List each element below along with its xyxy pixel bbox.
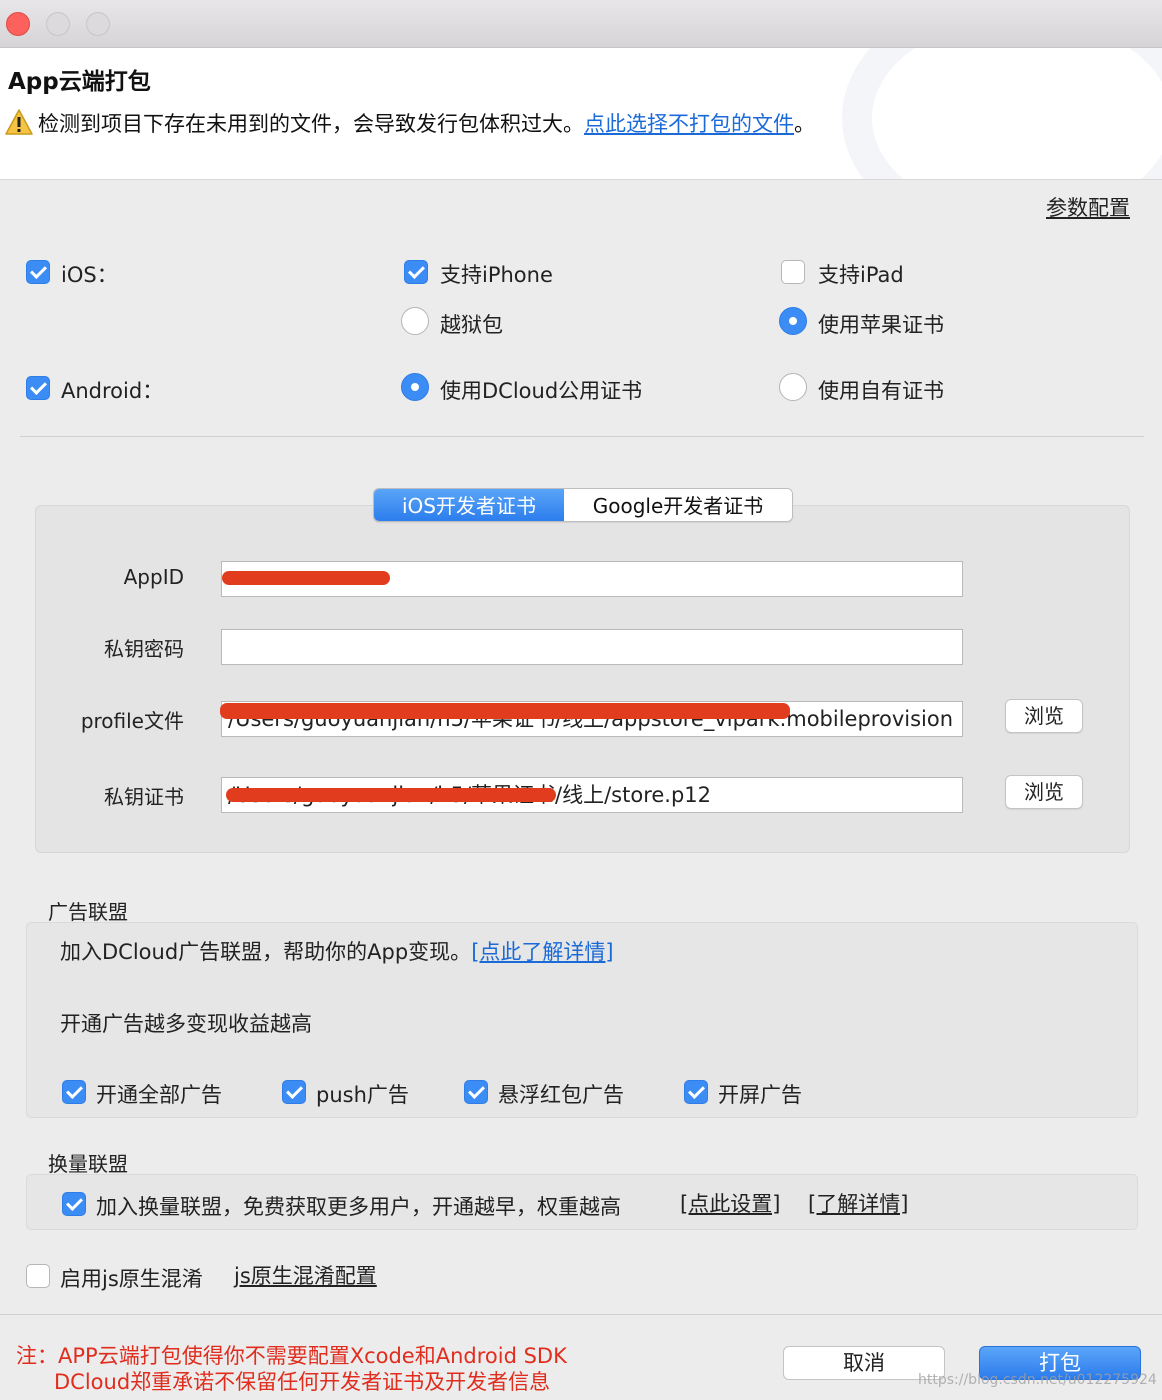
ios-label: iOS： [61,263,118,287]
js-obfuscation-config-link[interactable]: js原生混淆配置 [234,1260,377,1290]
zoom-window-button[interactable] [86,12,110,36]
apple-cert-radio[interactable] [779,307,807,335]
private-key-password-field[interactable] [221,629,963,665]
ads-section-title: 广告联盟 [48,900,128,924]
redaction-mark [226,788,556,802]
tab-google-cert[interactable]: Google开发者证书 [564,489,792,521]
header-decoration [842,48,1162,179]
tab-ios-cert[interactable]: iOS开发者证书 [374,489,564,521]
dialog-title: App云端打包 [8,69,151,95]
exchange-details-link[interactable]: [了解详情] [808,1188,908,1218]
footer-divider [0,1314,1162,1315]
warning-suffix: 。 [794,112,815,136]
own-cert-radio[interactable] [779,373,807,401]
cert-tab-control: iOS开发者证书 Google开发者证书 [373,488,793,522]
footer-note-line2: DCloud郑重承诺不保留任何开发者证书及开发者信息 [54,1370,551,1394]
jailbreak-radio[interactable] [401,307,429,335]
support-ipad-checkbox[interactable] [781,260,805,284]
own-cert-label: 使用自有证书 [818,379,944,403]
select-excluded-files-link[interactable]: 点此选择不打包的文件 [584,112,794,136]
android-checkbox[interactable] [26,376,50,400]
redaction-mark [220,703,790,719]
floating-redpacket-ads-checkbox[interactable] [464,1080,488,1104]
join-exchange-label: 加入换量联盟，免费获取更多用户，开通越早，权重越高 [96,1195,621,1219]
enable-all-ads-label: 开通全部广告 [96,1083,222,1107]
ads-subtitle: 开通广告越多变现收益越高 [60,1012,312,1036]
ios-checkbox[interactable] [26,260,50,284]
ads-intro-text: 加入DCloud广告联盟，帮助你的App变现。 [60,940,472,964]
android-label: Android： [61,379,164,403]
redaction-mark [222,571,390,585]
warning-icon [5,109,33,135]
profile-file-label: profile文件 [80,709,184,733]
js-obfuscation-label: 启用js原生混淆 [60,1267,203,1291]
warning-text: 检测到项目下存在未用到的文件，会导致发行包体积过大。 [38,112,584,136]
private-key-cert-label: 私钥证书 [104,785,184,809]
join-exchange-checkbox[interactable] [62,1192,86,1216]
js-obfuscation-checkbox[interactable] [26,1264,50,1288]
splash-ads-label: 开屏广告 [718,1083,802,1107]
dcloud-cert-radio[interactable] [401,373,429,401]
support-iphone-label: 支持iPhone [440,263,553,287]
enable-all-ads-checkbox[interactable] [62,1080,86,1104]
browse-private-key-button[interactable]: 浏览 [1005,775,1083,809]
appid-label: AppID [123,565,184,589]
push-ads-label: push广告 [316,1083,409,1107]
exchange-setup-link[interactable]: [点此设置] [680,1188,780,1218]
splash-ads-checkbox[interactable] [684,1080,708,1104]
exchange-section-title: 换量联盟 [48,1152,128,1176]
push-ads-checkbox[interactable] [282,1080,306,1104]
dialog-header: App云端打包 检测到项目下存在未用到的文件，会导致发行包体积过大。点此选择不打… [0,48,1162,180]
section-divider [20,436,1144,437]
ads-intro: 加入DCloud广告联盟，帮助你的App变现。[点此了解详情] [60,936,614,966]
support-iphone-checkbox[interactable] [404,260,428,284]
window-titlebar [0,0,1162,48]
browse-profile-button[interactable]: 浏览 [1005,699,1083,733]
ads-details-link[interactable]: [点此了解详情] [471,940,613,964]
close-window-button[interactable] [6,12,30,36]
watermark: https://blog.csdn.net/u012275924 [918,1372,1157,1388]
apple-cert-label: 使用苹果证书 [818,313,944,337]
param-config-link[interactable]: 参数配置 [1046,192,1130,222]
jailbreak-label: 越狱包 [440,313,503,337]
floating-redpacket-ads-label: 悬浮红包广告 [498,1083,624,1107]
warning-message: 检测到项目下存在未用到的文件，会导致发行包体积过大。点此选择不打包的文件。 [38,108,815,138]
private-key-password-label: 私钥密码 [104,637,184,661]
dcloud-cert-label: 使用DCloud公用证书 [440,379,643,403]
support-ipad-label: 支持iPad [818,263,904,287]
minimize-window-button[interactable] [46,12,70,36]
